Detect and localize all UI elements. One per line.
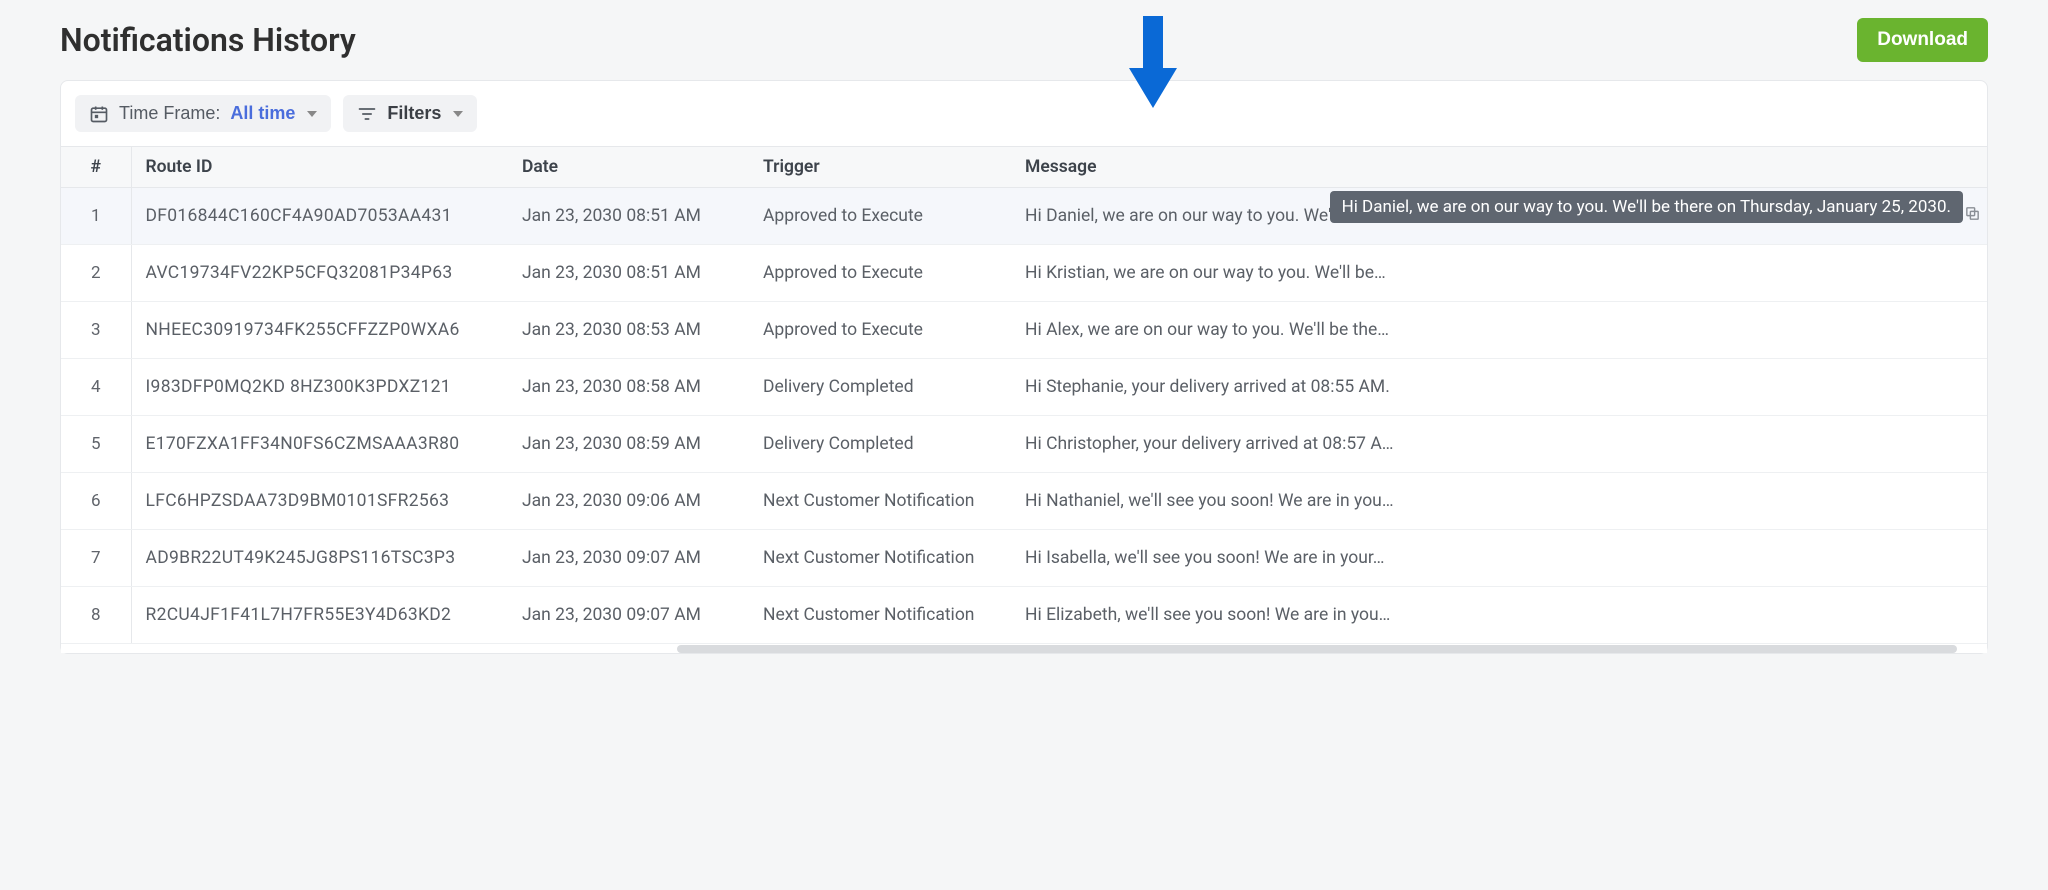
- cell-date: Jan 23, 2030 09:06 AM: [508, 473, 749, 530]
- cell-index: 2: [61, 245, 131, 302]
- cell-route-id: AD9BR22UT49K245JG8PS116TSC3P3: [131, 530, 508, 587]
- timeframe-label: Time Frame:: [119, 103, 220, 124]
- col-header-route[interactable]: Route ID: [131, 147, 508, 188]
- cell-index: 7: [61, 530, 131, 587]
- cell-date: Jan 23, 2030 08:51 AM: [508, 245, 749, 302]
- calendar-icon: [89, 104, 109, 124]
- message-tooltip: Hi Daniel, we are on our way to you. We'…: [1330, 191, 1963, 223]
- timeframe-filter[interactable]: Time Frame: All time: [75, 95, 331, 132]
- cell-route-id: AVC19734FV22KP5CFQ32081P34P63: [131, 245, 508, 302]
- cell-index: 8: [61, 587, 131, 644]
- cell-trigger: Delivery Completed: [749, 416, 1011, 473]
- col-header-trigger[interactable]: Trigger: [749, 147, 1011, 188]
- cell-trigger: Approved to Execute: [749, 188, 1011, 245]
- cell-date: Jan 23, 2030 08:59 AM: [508, 416, 749, 473]
- cell-message: Hi Stephanie, your delivery arrived at 0…: [1011, 359, 1987, 416]
- table-header-row: # Route ID Date Trigger Message: [61, 147, 1987, 188]
- cell-index: 1: [61, 188, 131, 245]
- filters-label: Filters: [387, 103, 441, 124]
- cell-trigger: Approved to Execute: [749, 245, 1011, 302]
- cell-date: Jan 23, 2030 08:58 AM: [508, 359, 749, 416]
- cell-trigger: Next Customer Notification: [749, 587, 1011, 644]
- cell-index: 6: [61, 473, 131, 530]
- chevron-down-icon: [307, 111, 317, 117]
- table-row[interactable]: 2AVC19734FV22KP5CFQ32081P34P63Jan 23, 20…: [61, 245, 1987, 302]
- col-header-index[interactable]: #: [61, 147, 131, 188]
- cell-route-id: I983DFP0MQ2KD 8HZ300K3PDXZ121: [131, 359, 508, 416]
- filter-icon: [357, 104, 377, 124]
- table-row[interactable]: 3NHEEC30919734FK255CFFZZP0WXA6Jan 23, 20…: [61, 302, 1987, 359]
- chevron-down-icon: [453, 111, 463, 117]
- cell-index: 4: [61, 359, 131, 416]
- cell-message: Hi Christopher, your delivery arrived at…: [1011, 416, 1987, 473]
- table-row[interactable]: 4I983DFP0MQ2KD 8HZ300K3PDXZ121Jan 23, 20…: [61, 359, 1987, 416]
- copy-icon[interactable]: [1964, 205, 1981, 227]
- horizontal-scrollbar[interactable]: [61, 643, 1987, 653]
- cell-index: 5: [61, 416, 131, 473]
- cell-route-id: LFC6HPZSDAA73D9BM0101SFR2563: [131, 473, 508, 530]
- page-title: Notifications History: [60, 21, 356, 59]
- scrollbar-thumb[interactable]: [677, 645, 1957, 653]
- cell-route-id: R2CU4JF1F41L7H7FR55E3Y4D63KD2: [131, 587, 508, 644]
- annotation-arrow-icon: [1129, 16, 1177, 108]
- cell-message: Hi Nathaniel, we'll see you soon! We are…: [1011, 473, 1987, 530]
- col-header-message[interactable]: Message: [1011, 147, 1987, 188]
- cell-route-id: NHEEC30919734FK255CFFZZP0WXA6: [131, 302, 508, 359]
- cell-date: Jan 23, 2030 09:07 AM: [508, 530, 749, 587]
- cell-trigger: Approved to Execute: [749, 302, 1011, 359]
- cell-date: Jan 23, 2030 08:51 AM: [508, 188, 749, 245]
- cell-route-id: DF016844C160CF4A90AD7053AA431: [131, 188, 508, 245]
- cell-message: Hi Elizabeth, we'll see you soon! We are…: [1011, 587, 1987, 644]
- cell-trigger: Next Customer Notification: [749, 530, 1011, 587]
- timeframe-value: All time: [230, 103, 295, 124]
- filters-button[interactable]: Filters: [343, 95, 477, 132]
- cell-date: Jan 23, 2030 08:53 AM: [508, 302, 749, 359]
- history-panel: Time Frame: All time Filters: [60, 80, 1988, 654]
- table-row[interactable]: 5E170FZXA1FF34N0FS6CZMSAAA3R80Jan 23, 20…: [61, 416, 1987, 473]
- cell-route-id: E170FZXA1FF34N0FS6CZMSAAA3R80: [131, 416, 508, 473]
- table-row[interactable]: 6LFC6HPZSDAA73D9BM0101SFR2563Jan 23, 203…: [61, 473, 1987, 530]
- download-button[interactable]: Download: [1857, 18, 1988, 62]
- table-row[interactable]: 7AD9BR22UT49K245JG8PS116TSC3P3Jan 23, 20…: [61, 530, 1987, 587]
- cell-trigger: Delivery Completed: [749, 359, 1011, 416]
- table-row[interactable]: 8R2CU4JF1F41L7H7FR55E3Y4D63KD2Jan 23, 20…: [61, 587, 1987, 644]
- cell-message: Hi Isabella, we'll see you soon! We are …: [1011, 530, 1987, 587]
- cell-index: 3: [61, 302, 131, 359]
- cell-message: Hi Alex, we are on our way to you. We'll…: [1011, 302, 1987, 359]
- cell-message: Hi Kristian, we are on our way to you. W…: [1011, 245, 1987, 302]
- cell-date: Jan 23, 2030 09:07 AM: [508, 587, 749, 644]
- col-header-date[interactable]: Date: [508, 147, 749, 188]
- cell-trigger: Next Customer Notification: [749, 473, 1011, 530]
